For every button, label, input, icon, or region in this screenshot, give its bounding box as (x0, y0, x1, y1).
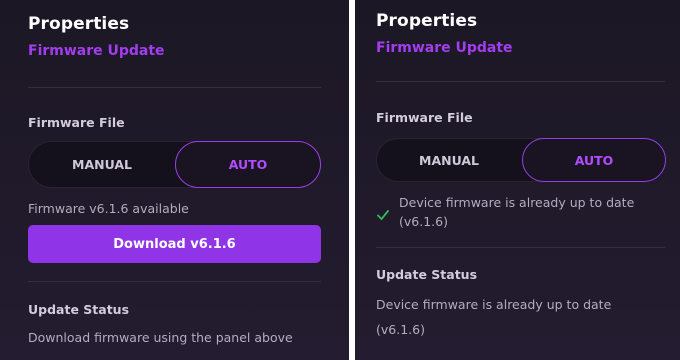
firmware-file-label: Firmware File (28, 115, 125, 130)
mode-auto-button[interactable]: AUTO (522, 138, 666, 182)
mode-manual-button[interactable]: MANUAL (29, 142, 175, 187)
uptodate-line-2: (v6.1.6) (399, 214, 448, 229)
check-icon (376, 207, 390, 226)
divider (28, 87, 321, 88)
firmware-file-label: Firmware File (376, 110, 473, 125)
properties-panel-manual: Properties Firmware Update Firmware File… (0, 0, 349, 360)
mode-manual-button[interactable]: MANUAL (377, 139, 521, 181)
uptodate-line-1: Device firmware is already up to date (399, 195, 635, 210)
update-status-label: Update Status (376, 267, 478, 282)
update-status-line-2: (v6.1.6) (376, 322, 425, 337)
properties-panel-auto: Properties Firmware Update Firmware File… (355, 0, 680, 360)
update-status-text: Download firmware using the panel above (28, 330, 293, 345)
download-button[interactable]: Download v6.1.6 (28, 225, 321, 263)
mode-auto-button[interactable]: AUTO (175, 141, 321, 188)
mode-toggle[interactable]: MANUAL AUTO (376, 138, 666, 182)
update-status-label: Update Status (28, 302, 130, 317)
panel-title: Properties (28, 14, 130, 34)
update-status-line-1: Device firmware is already up to date (376, 297, 612, 312)
divider (376, 247, 665, 248)
divider (376, 81, 665, 82)
update-status-text: Device firmware is already up to date (v… (376, 292, 611, 342)
panel-subtitle: Firmware Update (376, 40, 513, 56)
panel-title: Properties (376, 11, 478, 31)
panel-subtitle: Firmware Update (28, 43, 165, 59)
mode-toggle[interactable]: MANUAL AUTO (28, 141, 321, 188)
uptodate-message: Device firmware is already up to date (v… (399, 193, 634, 231)
firmware-available-text: Firmware v6.1.6 available (28, 201, 189, 216)
divider (28, 281, 321, 282)
